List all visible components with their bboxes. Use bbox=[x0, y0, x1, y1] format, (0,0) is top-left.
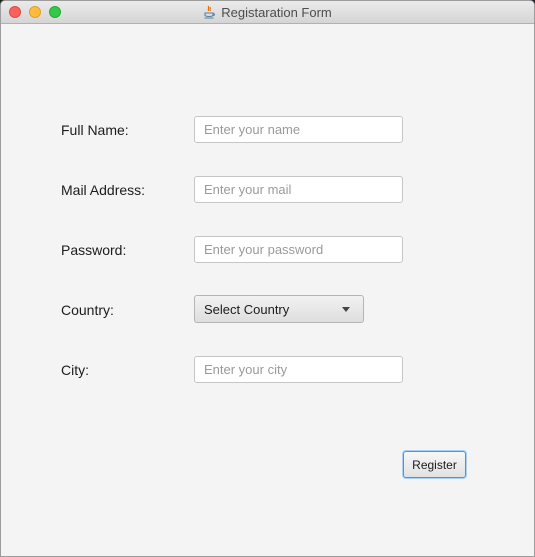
registration-window: Registaration Form Full Name: Mail Addre… bbox=[0, 0, 535, 557]
title-bar[interactable]: Registaration Form bbox=[1, 1, 534, 24]
register-button[interactable]: Register bbox=[403, 451, 466, 478]
java-icon bbox=[204, 5, 216, 19]
full-name-label: Full Name: bbox=[61, 122, 129, 138]
chevron-down-icon bbox=[342, 306, 350, 312]
country-select-value: Select Country bbox=[204, 301, 290, 317]
mail-address-input[interactable] bbox=[194, 176, 403, 203]
full-name-input[interactable] bbox=[194, 116, 403, 143]
password-label: Password: bbox=[61, 242, 127, 258]
city-input[interactable] bbox=[194, 356, 403, 383]
country-label: Country: bbox=[61, 302, 114, 318]
mail-address-label: Mail Address: bbox=[61, 182, 146, 198]
window-title: Registaration Form bbox=[221, 4, 332, 20]
city-label: City: bbox=[61, 362, 89, 378]
window-title-group: Registaration Form bbox=[1, 1, 534, 23]
country-select[interactable]: Select Country bbox=[194, 295, 364, 323]
password-input[interactable] bbox=[194, 236, 403, 263]
